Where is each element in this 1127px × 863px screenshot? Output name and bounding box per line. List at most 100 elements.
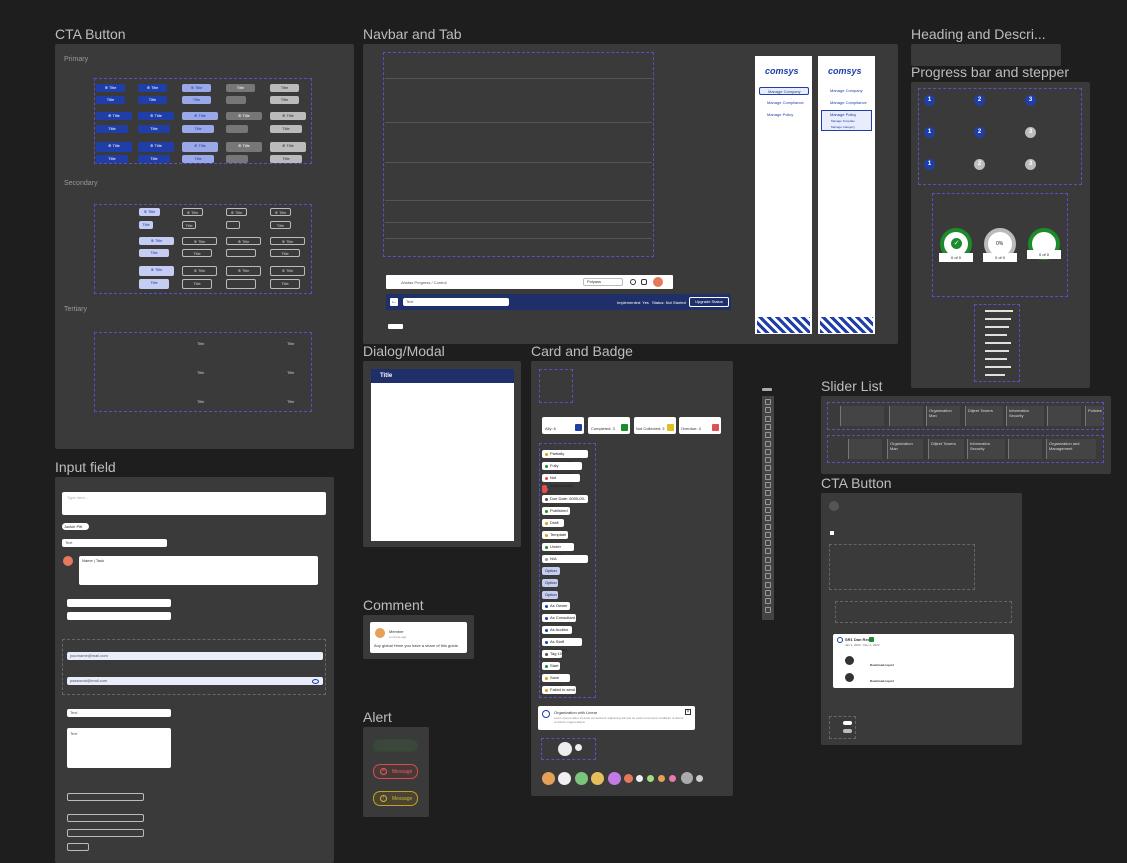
primary-button[interactable]: Title — [138, 125, 170, 133]
primary-button[interactable]: Title — [182, 125, 214, 133]
primary-button[interactable] — [226, 96, 246, 104]
secondary-button[interactable]: Title — [139, 221, 153, 229]
primary-button[interactable]: ⊕ Title — [96, 112, 132, 120]
password-field[interactable]: password@mail.com — [67, 677, 323, 685]
primary-button[interactable]: ⊕ Title — [138, 84, 167, 92]
secondary-button[interactable]: Title — [139, 279, 169, 289]
slider-card[interactable]: Information Security — [967, 439, 1005, 459]
sidebar-item-manage-compliance[interactable]: Manage Compliance — [759, 99, 809, 107]
tool-icon[interactable] — [765, 407, 771, 414]
text-input[interactable] — [67, 843, 89, 851]
primary-button[interactable]: Title — [182, 96, 211, 104]
primary-button[interactable]: Title — [96, 125, 128, 133]
tool-icon[interactable] — [765, 540, 771, 547]
secondary-button[interactable]: ⊕ Title — [226, 266, 261, 276]
slider-card[interactable] — [1047, 406, 1081, 426]
tool-icon[interactable] — [765, 399, 771, 405]
filter-input[interactable] — [67, 612, 171, 620]
secondary-button[interactable]: Title — [270, 221, 291, 229]
pager[interactable] — [388, 324, 403, 329]
tool-icon[interactable] — [765, 498, 771, 505]
tertiary-button[interactable]: Title — [287, 341, 294, 346]
toggle-off[interactable] — [843, 729, 852, 733]
primary-button[interactable] — [226, 155, 248, 163]
back-button[interactable]: ← — [390, 298, 398, 306]
secondary-button[interactable]: ⊕ Title — [270, 208, 291, 216]
dropdown-open[interactable] — [67, 728, 171, 768]
slider-card[interactable]: Organization and Management — [1046, 439, 1096, 459]
sidebar-item-manage-compliance[interactable]: Manage Compliance — [822, 99, 872, 107]
secondary-button[interactable]: ⊕ Title — [226, 208, 247, 216]
upgrade-status-button[interactable]: Upgrade Status — [689, 297, 729, 307]
tertiary-button[interactable]: Title — [287, 370, 294, 375]
slider-card[interactable]: Organization Man — [926, 406, 960, 426]
primary-button[interactable]: ⊕ Title — [182, 84, 211, 92]
name-task-card[interactable] — [79, 556, 318, 585]
tertiary-button[interactable]: Title — [287, 399, 294, 404]
primary-button[interactable]: Title — [226, 84, 255, 92]
tool-icon[interactable] — [765, 432, 771, 439]
secondary-button[interactable]: Title — [139, 249, 169, 257]
dropdown-field[interactable]: Text — [67, 709, 171, 717]
tool-icon[interactable] — [765, 490, 771, 497]
download-report-link[interactable]: Download report — [870, 663, 894, 667]
slider-card[interactable]: Diljeet Towers — [928, 439, 964, 459]
sidebar-item-manage-policy[interactable]: Manage Policy — [759, 111, 809, 119]
primary-button[interactable]: Title — [96, 96, 125, 104]
slider-card[interactable]: Policies — [1085, 406, 1103, 426]
filter-input[interactable] — [67, 599, 171, 607]
secondary-button[interactable]: Title — [182, 221, 196, 229]
slider-card[interactable]: Organization Man — [887, 439, 923, 459]
secondary-button[interactable] — [226, 279, 256, 289]
sub-item-template[interactable]: Manage Template — [831, 119, 855, 123]
project-select[interactable]: Polyass — [583, 278, 623, 286]
secondary-button[interactable] — [226, 221, 240, 229]
primary-button[interactable]: Title — [270, 125, 302, 133]
primary-button[interactable] — [226, 125, 248, 133]
primary-button[interactable]: ⊕ Title — [96, 142, 132, 152]
slider-card[interactable] — [1008, 439, 1042, 459]
tool-icon[interactable] — [765, 465, 771, 472]
tool-icon[interactable] — [765, 482, 771, 488]
select-field[interactable]: Text — [62, 539, 167, 547]
tag-chip[interactable]: Jackie Pitt — [62, 523, 89, 530]
info-icon[interactable] — [630, 279, 636, 285]
checkbox[interactable] — [830, 531, 834, 535]
secondary-button[interactable] — [226, 249, 256, 257]
eye-icon[interactable] — [312, 679, 319, 684]
tool-icon[interactable] — [765, 565, 771, 571]
secondary-button[interactable]: Title — [270, 249, 300, 257]
tool-icon[interactable] — [765, 531, 771, 538]
tertiary-button[interactable]: Title — [197, 341, 204, 346]
sidebar-item-manage-company[interactable]: Manage Company — [759, 87, 809, 95]
primary-button[interactable]: Title — [96, 155, 128, 163]
slider-card[interactable] — [848, 439, 882, 459]
sub-item-category[interactable]: Manage Category — [831, 125, 855, 129]
tertiary-button[interactable]: Title — [197, 399, 204, 404]
primary-button[interactable]: Title — [182, 155, 214, 163]
rich-text-editor[interactable] — [62, 492, 326, 515]
breadcrumb[interactable]: Ahsfas Progress / Control — [401, 280, 447, 285]
primary-button[interactable]: ⊕ Title — [138, 142, 174, 152]
secondary-button[interactable]: ⊕ Title — [270, 237, 305, 245]
primary-button[interactable]: ⊕ Title — [226, 112, 262, 120]
primary-button[interactable]: ⊕ Title — [270, 142, 306, 152]
sidebar-item-manage-company[interactable]: Manage Company — [822, 87, 872, 95]
slider-card[interactable] — [840, 406, 884, 426]
tool-icon[interactable] — [765, 573, 771, 580]
text-input[interactable] — [67, 814, 144, 822]
slider-card[interactable]: Information Security — [1006, 406, 1044, 426]
primary-button[interactable]: ⊕ Title — [182, 142, 218, 152]
tool-icon[interactable] — [765, 457, 771, 464]
primary-button[interactable]: ⊕ Title — [96, 84, 125, 92]
primary-button[interactable]: ⊕ Title — [226, 142, 262, 152]
secondary-button[interactable]: ⊕ Title — [139, 266, 174, 276]
tool-icon[interactable] — [765, 448, 771, 455]
tool-icon[interactable] — [765, 556, 771, 563]
slider-card[interactable] — [889, 406, 923, 426]
bell-icon[interactable] — [641, 279, 647, 285]
tool-icon[interactable] — [765, 581, 771, 588]
secondary-button[interactable]: Title — [182, 249, 212, 257]
slider-card[interactable]: Diljeet Towers — [965, 406, 1003, 426]
primary-button[interactable]: ⊕ Title — [138, 112, 174, 120]
